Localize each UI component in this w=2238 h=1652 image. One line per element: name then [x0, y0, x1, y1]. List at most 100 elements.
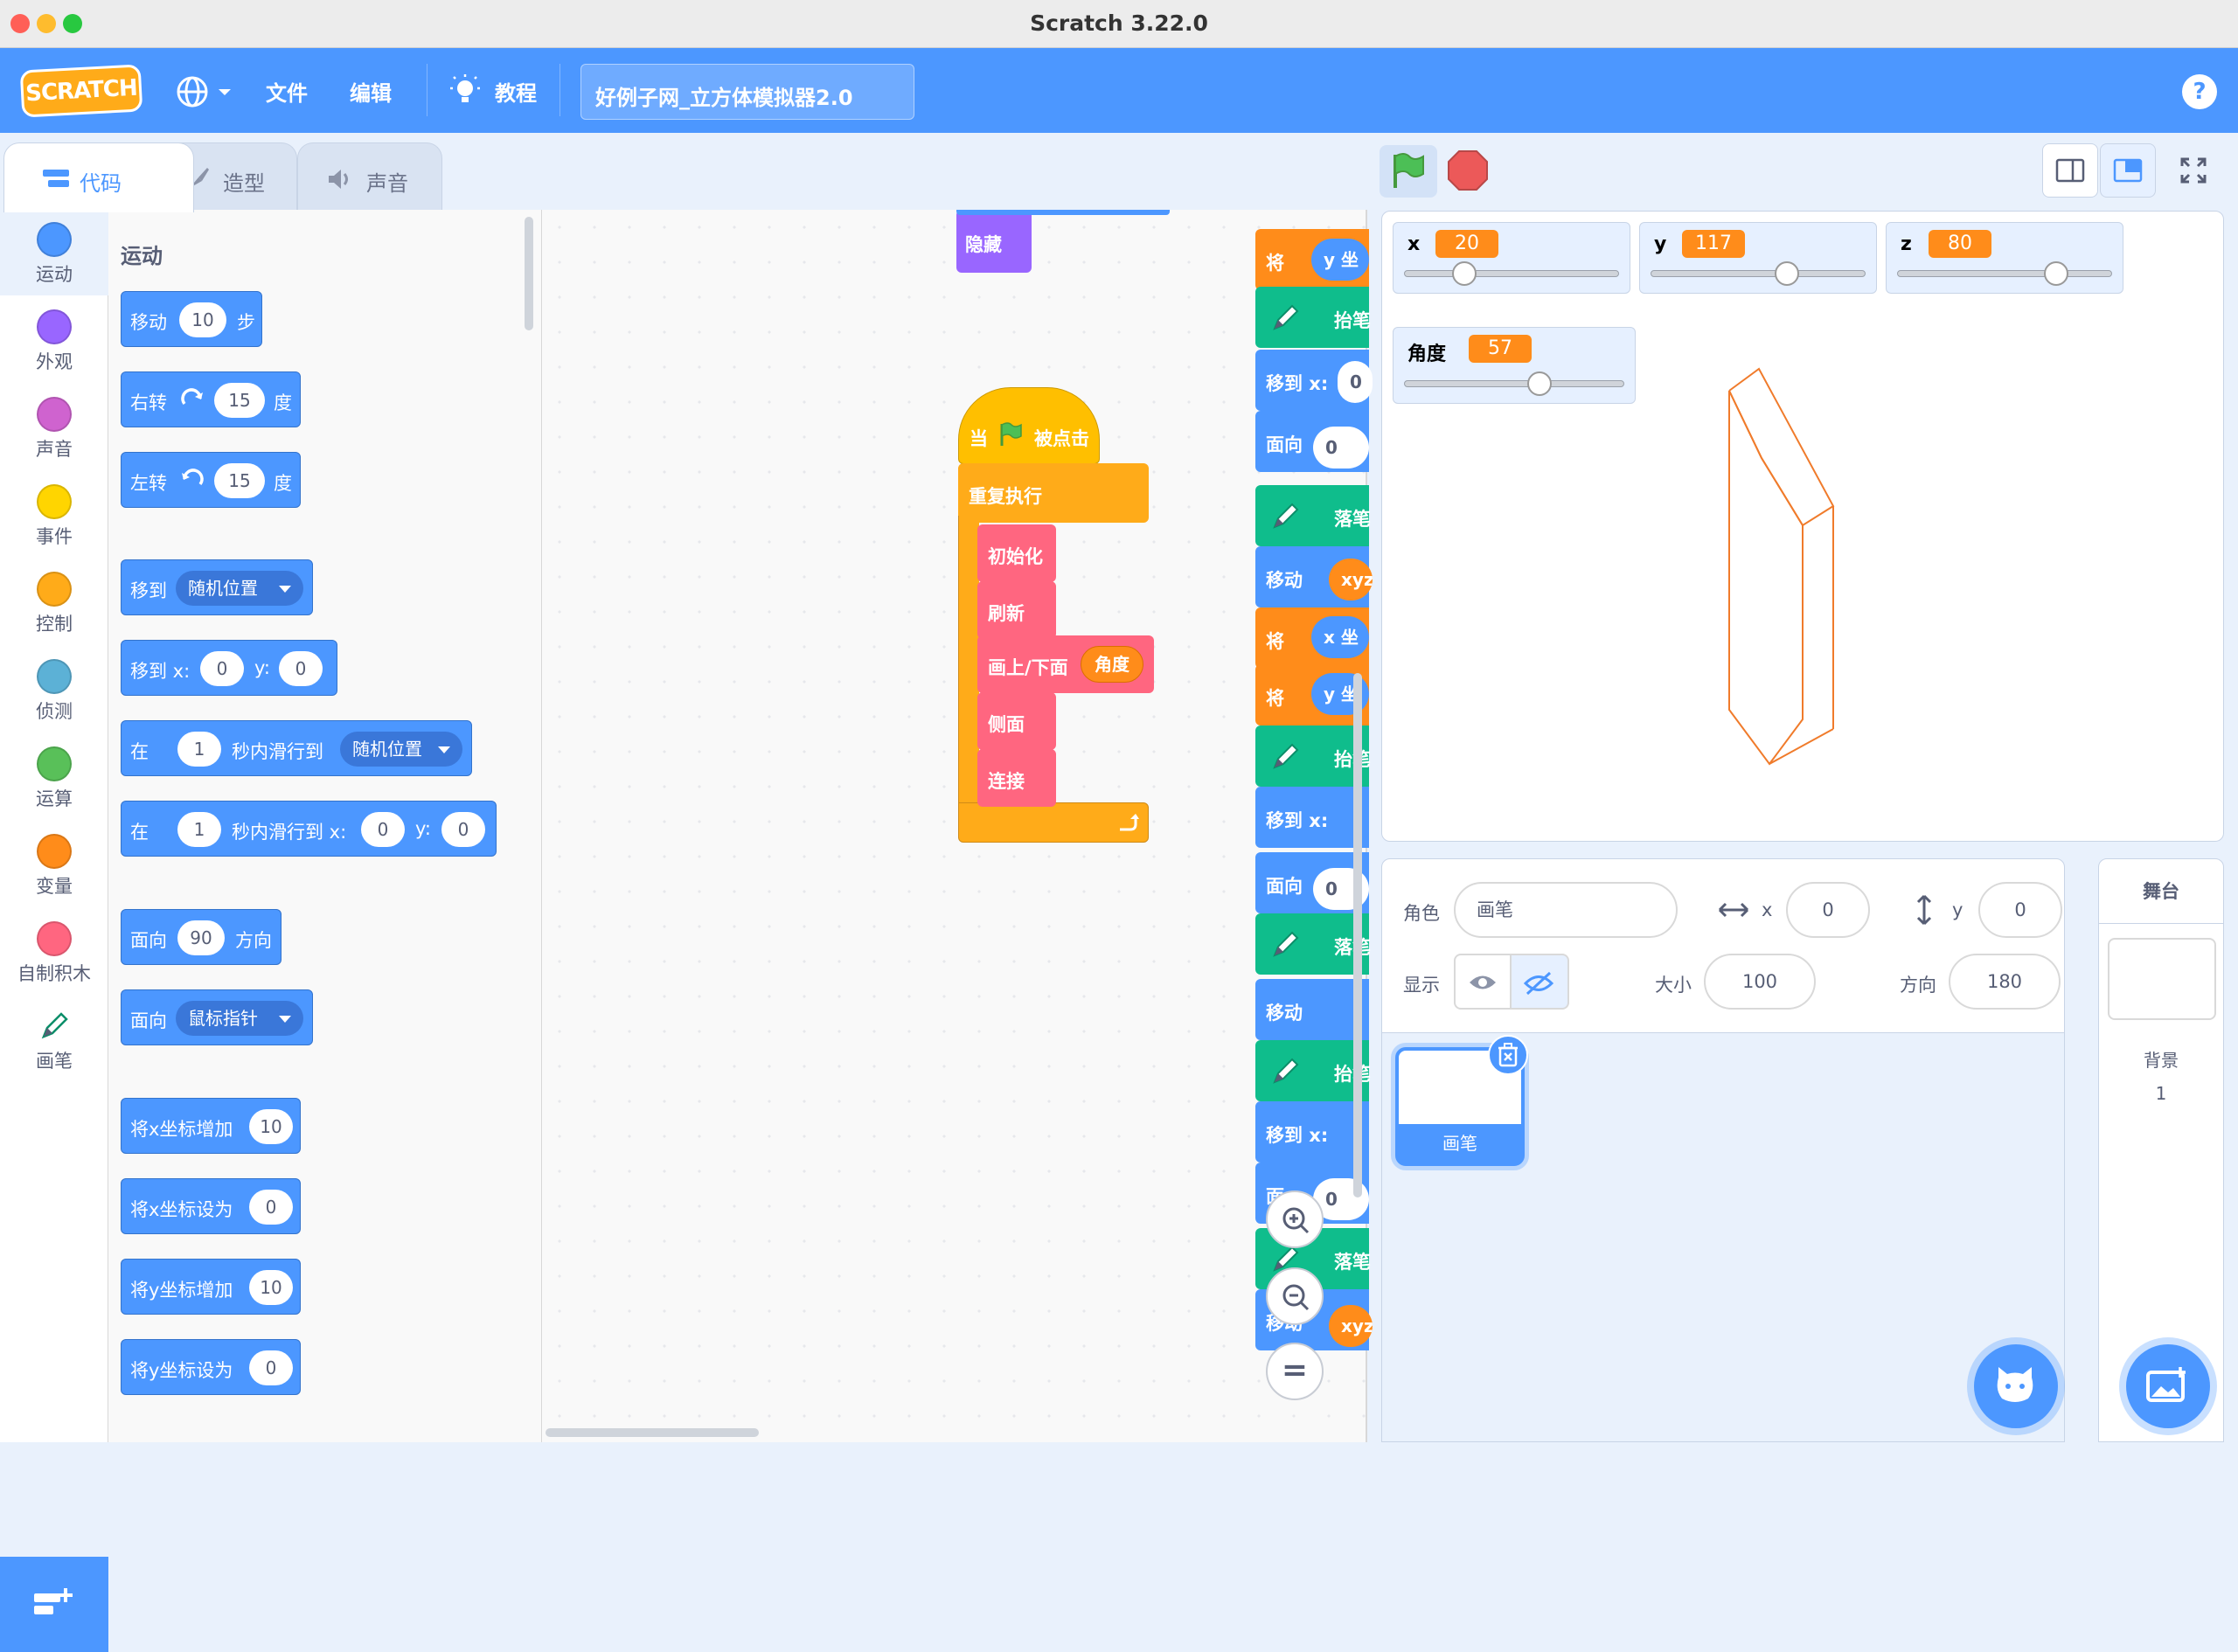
show-sprite-button[interactable]: [1454, 954, 1512, 1010]
add-extension-button[interactable]: [0, 1557, 108, 1652]
monitor-slider-thumb[interactable]: [1451, 261, 1477, 286]
script-block-hide[interactable]: 隐藏: [956, 210, 1032, 273]
monitor-slider-track[interactable]: [1404, 380, 1624, 387]
palette-scrollbar[interactable]: [525, 217, 533, 330]
monitor-slider-thumb[interactable]: [1527, 371, 1553, 396]
script-block-forever[interactable]: 重复执行: [958, 463, 1149, 523]
variable-monitor[interactable]: x 20: [1393, 222, 1630, 294]
scratch-logo[interactable]: SCRATCH: [19, 64, 143, 118]
monitor-slider-track[interactable]: [1897, 270, 2112, 277]
category-5[interactable]: 侦测: [0, 647, 108, 732]
monitor-slider-track[interactable]: [1404, 270, 1619, 277]
green-flag-button[interactable]: [1380, 145, 1437, 198]
block-input[interactable]: 0: [1338, 361, 1373, 403]
palette-block-glide_xy[interactable]: 在 1 秒内滑行到 x: 0 y: 0: [121, 801, 497, 857]
block-input[interactable]: 1: [177, 732, 221, 767]
script-block-partial[interactable]: 移动: [1255, 979, 1369, 1040]
backdrop-thumbnail[interactable]: [2108, 938, 2216, 1020]
palette-block-change_y[interactable]: 将y坐标增加 10: [121, 1259, 301, 1315]
block-input[interactable]: 15: [214, 383, 265, 418]
when-flag-clicked-hat[interactable]: 当 被点击: [958, 387, 1100, 464]
variable-monitor[interactable]: 角度 57: [1393, 327, 1636, 404]
choose-sprite-button[interactable]: [1974, 1344, 2058, 1428]
tutorials-menu[interactable]: 教程: [448, 73, 544, 111]
tab-code[interactable]: 代码: [3, 142, 194, 212]
palette-block-goto[interactable]: 移到 随机位置: [121, 559, 313, 615]
block-input[interactable]: 15: [214, 463, 265, 498]
palette-block-change_x[interactable]: 将x坐标增加 10: [121, 1098, 301, 1154]
palette-block-point_towards[interactable]: 面向 鼠标指针: [121, 989, 313, 1045]
block-dropdown[interactable]: 随机位置: [340, 732, 462, 767]
monitor-slider-thumb[interactable]: [2043, 261, 2068, 286]
zoom-out-button[interactable]: [1266, 1267, 1324, 1325]
palette-block-set_x[interactable]: 将x坐标设为 0: [121, 1178, 301, 1234]
block-dropdown[interactable]: 随机位置: [176, 571, 303, 606]
block-input[interactable]: 10: [249, 1109, 293, 1144]
palette-block-glide[interactable]: 在 1 秒内滑行到 随机位置: [121, 720, 472, 776]
script-block-init[interactable]: 初始化: [977, 524, 1056, 582]
code-workspace[interactable]: [542, 210, 1367, 1442]
large-stage-button[interactable]: [2100, 143, 2156, 198]
script-block-refresh[interactable]: 刷新: [977, 581, 1056, 639]
palette-block-set_y[interactable]: 将y坐标设为 0: [121, 1339, 301, 1395]
language-menu[interactable]: [175, 73, 238, 111]
palette-block-goto_xy[interactable]: 移到 x: 0 y: 0: [121, 640, 337, 696]
block-input[interactable]: 1: [177, 812, 221, 847]
monitor-slider-thumb[interactable]: [1774, 261, 1799, 286]
stage-canvas[interactable]: x 20 y 117 z 80 角度 57: [1381, 211, 2224, 842]
category-8[interactable]: 自制积木: [0, 909, 108, 995]
palette-block-turn_right[interactable]: 右转 15 度: [121, 371, 301, 427]
zoom-in-button[interactable]: [1266, 1190, 1324, 1248]
project-title-input[interactable]: 好例子网_立方体模拟器2.0: [580, 64, 914, 120]
block-input[interactable]: 10: [249, 1270, 293, 1305]
category-0[interactable]: 运动: [0, 210, 108, 295]
block-input[interactable]: 10: [179, 302, 226, 337]
angle-reporter[interactable]: 角度: [1081, 646, 1143, 683]
palette-block-point_dir[interactable]: 面向 90 方向: [121, 909, 281, 965]
size-input[interactable]: 100: [1704, 954, 1816, 1010]
category-6[interactable]: 运算: [0, 734, 108, 820]
choose-backdrop-button[interactable]: [2126, 1344, 2210, 1428]
block-input[interactable]: x 坐: [1311, 616, 1369, 658]
zoom-reset-button[interactable]: =: [1266, 1343, 1324, 1400]
help-button[interactable]: ?: [2182, 74, 2217, 109]
script-block-partial[interactable]: 移到 x:: [1255, 1101, 1369, 1163]
workspace-vertical-scrollbar[interactable]: [1353, 673, 1362, 1197]
block-input[interactable]: y 坐: [1311, 239, 1369, 281]
script-block-partial[interactable]: 抬笔: [1255, 725, 1371, 787]
variable-monitor[interactable]: z 80: [1886, 222, 2123, 294]
category-7[interactable]: 变量: [0, 822, 108, 907]
block-input[interactable]: 0: [249, 1350, 293, 1385]
block-input[interactable]: xyz: [1329, 559, 1373, 600]
block-input[interactable]: 0: [200, 651, 244, 686]
fullscreen-button[interactable]: [2166, 143, 2222, 198]
script-block-connect[interactable]: 连接: [977, 749, 1056, 807]
block-input[interactable]: 0: [249, 1190, 293, 1225]
x-input[interactable]: 0: [1786, 882, 1870, 938]
file-menu[interactable]: 文件: [266, 76, 308, 107]
direction-input[interactable]: 180: [1949, 954, 2061, 1010]
script-block-side[interactable]: 侧面: [977, 692, 1056, 750]
small-stage-button[interactable]: [2042, 143, 2098, 198]
block-input[interactable]: 0: [361, 812, 405, 847]
category-1[interactable]: 外观: [0, 297, 108, 383]
block-input[interactable]: 0: [279, 651, 323, 686]
y-input[interactable]: 0: [1978, 882, 2062, 938]
stop-button[interactable]: [1446, 149, 1490, 192]
edit-menu[interactable]: 编辑: [350, 76, 392, 107]
block-input[interactable]: xyz: [1329, 1305, 1373, 1347]
block-input[interactable]: 90: [177, 920, 225, 955]
block-input[interactable]: 0: [1313, 427, 1369, 469]
script-block-partial[interactable]: 落笔: [1255, 485, 1371, 546]
workspace-scrollbar[interactable]: [546, 1428, 759, 1437]
block-input[interactable]: 0: [441, 812, 485, 847]
category-9[interactable]: 画笔: [0, 996, 108, 1082]
script-block-partial[interactable]: 抬笔: [1255, 287, 1371, 348]
sprite-name-input[interactable]: 画笔: [1454, 882, 1678, 938]
hide-sprite-button[interactable]: [1512, 954, 1569, 1010]
script-block-partial[interactable]: 抬笔: [1255, 1040, 1371, 1101]
monitor-slider-track[interactable]: [1651, 270, 1866, 277]
script-block-draw_updown[interactable]: 画上/下面 角度: [977, 635, 1154, 693]
script-block-partial[interactable]: 移到 x:: [1255, 787, 1369, 848]
category-4[interactable]: 控制: [0, 559, 108, 645]
